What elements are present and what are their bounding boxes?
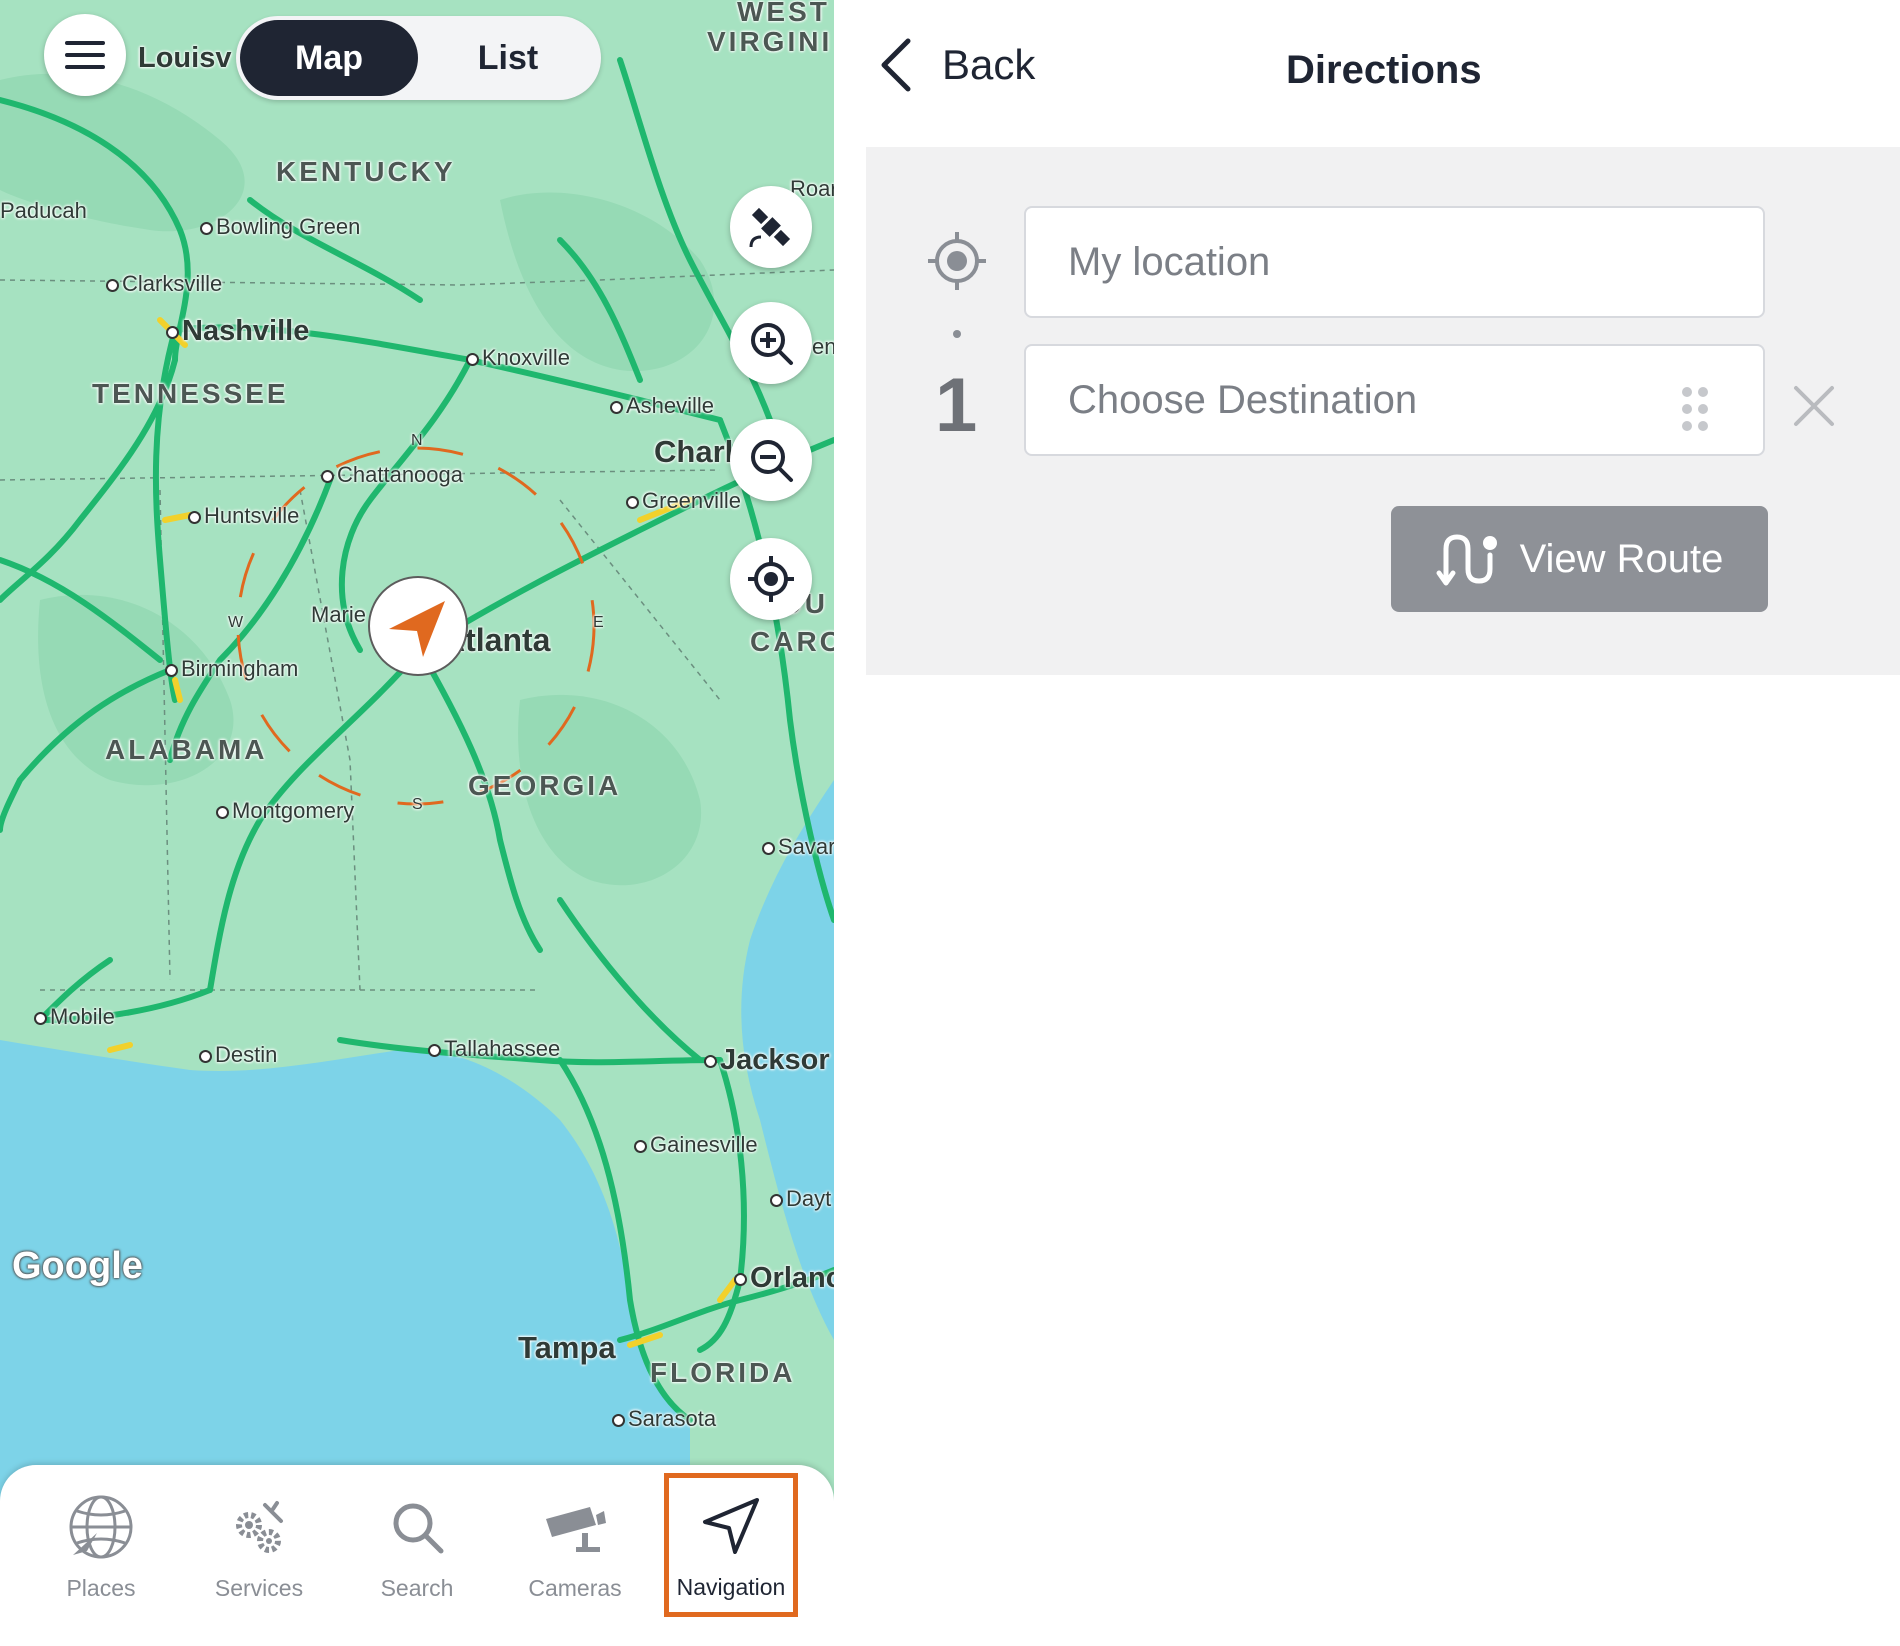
tab-search-label: Search xyxy=(380,1575,454,1601)
compass-s-label: S xyxy=(412,796,423,813)
close-icon[interactable] xyxy=(1792,384,1836,428)
tab-navigation-label: Navigation xyxy=(676,1574,786,1600)
zoom-in-button[interactable] xyxy=(730,302,812,384)
google-logo: Google xyxy=(12,1245,143,1287)
city-label-greenville: Greenville xyxy=(626,488,741,514)
compass-w-label: W xyxy=(228,614,244,631)
city-label-marie: Marie xyxy=(311,602,367,627)
route-icon xyxy=(1436,534,1497,586)
city-label-bowling-green: Bowling Green xyxy=(200,214,360,240)
my-location-icon xyxy=(928,232,986,290)
compass-e-label: E xyxy=(593,614,604,631)
state-label-georgia: GEORGIA xyxy=(468,770,622,801)
my-location-button[interactable] xyxy=(730,538,812,620)
city-label-sarasota: Sarasota xyxy=(612,1406,716,1432)
view-route-label: View Route xyxy=(1519,536,1724,581)
city-label-orlando: Orlanc xyxy=(734,1262,834,1295)
back-button[interactable]: Back xyxy=(878,30,1035,100)
list-toggle-option[interactable]: List xyxy=(419,20,597,96)
menu-button[interactable] xyxy=(44,14,126,96)
origin-field[interactable]: My location xyxy=(1024,206,1765,318)
tab-cameras[interactable]: Cameras xyxy=(496,1465,654,1629)
tab-cameras-label: Cameras xyxy=(528,1575,622,1601)
chevron-left-icon xyxy=(881,38,911,92)
map-canvas[interactable] xyxy=(0,0,834,1646)
city-label-huntsville: Huntsville xyxy=(188,503,299,529)
satellite-layer-button[interactable] xyxy=(730,186,812,268)
search-icon xyxy=(393,1503,444,1554)
city-label-louisv: Louisv xyxy=(138,42,232,74)
tab-places[interactable]: Places xyxy=(22,1465,180,1629)
current-location-marker xyxy=(368,576,468,676)
state-label-west: WEST xyxy=(737,0,830,27)
satellite-icon xyxy=(749,207,791,248)
zoom-out-icon xyxy=(751,440,793,482)
city-label-montgomery: Montgomery xyxy=(216,798,354,824)
state-label-tennessee: TENNESSEE xyxy=(92,378,289,409)
city-label-asheville: Asheville xyxy=(610,393,714,419)
bottom-tab-bar: Places Services Search Cameras Navigatio… xyxy=(0,1465,834,1646)
state-label-virginia: VIRGINI xyxy=(707,26,833,57)
city-label-destin: Destin xyxy=(199,1042,277,1068)
state-label-florida: FLORIDA xyxy=(650,1357,796,1388)
city-label-charl: Charl xyxy=(654,434,734,469)
zoom-in-icon xyxy=(751,323,793,365)
globe-icon xyxy=(69,1495,133,1559)
city-label-jacksonville: Jacksor xyxy=(704,1044,830,1077)
map-list-toggle[interactable]: Map List xyxy=(236,16,601,100)
state-label-alabama: ALABAMA xyxy=(105,734,268,765)
stop-number: 1 xyxy=(935,363,978,448)
city-label-savannah: Savar xyxy=(762,834,834,860)
tab-search[interactable]: Search xyxy=(338,1465,496,1629)
tab-services[interactable]: Services xyxy=(180,1465,338,1629)
city-label-tallahassee: Tallahassee xyxy=(428,1036,560,1062)
state-label-kentucky: KENTUCKY xyxy=(276,156,456,187)
city-label-en: en xyxy=(812,334,834,359)
navigation-arrow-icon xyxy=(703,1498,759,1554)
page-title: Directions xyxy=(1286,48,1482,92)
city-label-mobile: Mobile xyxy=(34,1004,115,1030)
drag-handle-icon[interactable] xyxy=(1678,384,1712,434)
city-label-gainesville: Gainesville xyxy=(634,1132,758,1158)
tab-services-label: Services xyxy=(214,1575,304,1601)
navigation-arrow-icon xyxy=(389,601,445,657)
gears-icon xyxy=(236,1501,283,1553)
city-label-knoxville: Knoxville xyxy=(466,345,570,371)
view-route-button[interactable]: View Route xyxy=(1391,506,1768,612)
compass-n-label: N xyxy=(411,432,423,449)
back-label: Back xyxy=(942,41,1036,88)
city-label-paducah: Paducah xyxy=(0,198,87,223)
city-label-chattanooga: Chattanooga xyxy=(321,462,463,488)
city-label-daytona: Dayt xyxy=(770,1186,831,1212)
tab-places-label: Places xyxy=(66,1575,136,1601)
map-toggle-option[interactable]: Map xyxy=(240,20,418,96)
city-label-nashville: Nashville xyxy=(166,315,309,348)
camera-icon xyxy=(546,1507,606,1552)
route-connector-dot xyxy=(953,330,961,338)
tab-navigation[interactable]: Navigation xyxy=(664,1473,798,1617)
city-label-birmingham: Birmingham xyxy=(165,656,298,682)
hamburger-icon xyxy=(65,41,105,69)
state-label-carolina-2: CARO xyxy=(750,626,834,657)
zoom-out-button[interactable] xyxy=(730,419,812,501)
crosshair-icon xyxy=(748,556,794,602)
city-label-clarksville: Clarksville xyxy=(106,271,222,297)
map-view[interactable]: WEST VIRGINI KENTUCKY TENNESSEE ALABAMA … xyxy=(0,0,834,1646)
city-label-tampa: Tampa xyxy=(518,1330,616,1365)
destination-field[interactable]: Choose Destination xyxy=(1024,344,1765,456)
